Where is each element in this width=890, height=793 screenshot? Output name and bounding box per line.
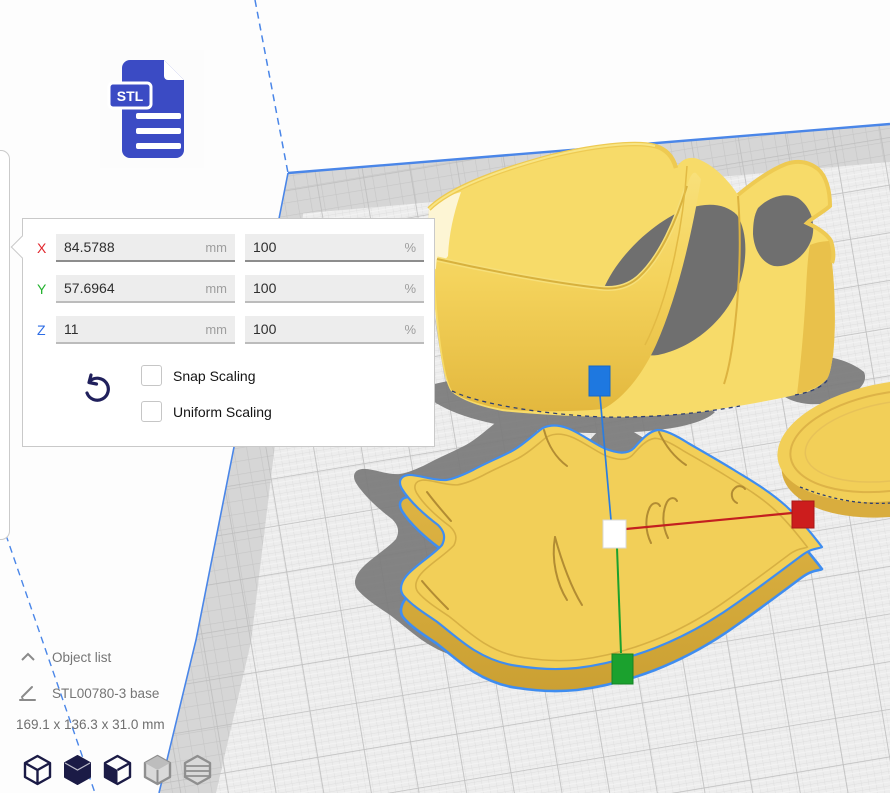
cube-wireframe-icon [23, 754, 52, 786]
scale-handle-x[interactable] [792, 501, 814, 528]
axis-z-label: Z [37, 322, 56, 338]
stl-badge-label: STL [117, 88, 144, 104]
scale-x-percent-input[interactable] [245, 234, 424, 262]
cube-solid-icon [63, 754, 92, 786]
cube-layers-icon [183, 754, 212, 786]
application-window: STL X mm % Y mm [0, 0, 890, 793]
cube-wireframe-button[interactable] [23, 754, 52, 786]
cube-ghost-button[interactable] [143, 754, 172, 786]
reset-scale-button[interactable] [79, 371, 115, 411]
scale-handle-z[interactable] [589, 366, 610, 396]
cube-ghost-icon [143, 754, 172, 786]
object-list-item[interactable]: STL00780-3 base [16, 681, 256, 705]
pencil-icon[interactable] [18, 683, 38, 703]
cutter-model[interactable] [429, 144, 835, 417]
scale-z-percent-field: % [245, 316, 424, 344]
scale-y-percent-field: % [245, 275, 424, 303]
cube-layers-button[interactable] [183, 754, 212, 786]
scale-x-mm-field: mm [56, 234, 235, 262]
scale-z-percent-input[interactable] [245, 316, 424, 344]
object-icons-row [23, 754, 212, 786]
scale-row-y: Y mm % [23, 274, 434, 304]
cube-face-filled-icon [103, 754, 132, 786]
object-list-section: Object list STL00780-3 base 169.1 x 136.… [16, 645, 256, 732]
uniform-scaling-label: Uniform Scaling [173, 404, 272, 420]
snap-scaling-row: Snap Scaling [141, 365, 272, 386]
axis-y-label: Y [37, 281, 56, 297]
object-name: STL00780-3 base [52, 686, 159, 701]
scale-y-mm-input[interactable] [56, 275, 235, 303]
scale-options: Snap Scaling Uniform Scaling [23, 365, 434, 437]
scale-z-mm-input[interactable] [56, 316, 235, 344]
uniform-scaling-checkbox[interactable] [141, 401, 162, 422]
cube-face-button[interactable] [103, 754, 132, 786]
axis-x-label: X [37, 240, 56, 256]
uniform-scaling-row: Uniform Scaling [141, 401, 272, 422]
tool-sidebar-edge [0, 150, 10, 540]
scale-handle-center[interactable] [603, 520, 626, 548]
scaling-checkboxes: Snap Scaling Uniform Scaling [141, 365, 272, 437]
object-dimensions: 169.1 x 136.3 x 31.0 mm [16, 717, 256, 732]
folded-corner [164, 60, 184, 80]
object-list-title: Object list [52, 650, 111, 665]
scale-row-z: Z mm % [23, 315, 434, 345]
scale-z-mm-field: mm [56, 316, 235, 344]
scale-handle-y[interactable] [612, 654, 633, 684]
scale-row-x: X mm % [23, 233, 434, 263]
stl-file-icon: STL [100, 50, 204, 168]
snap-scaling-checkbox[interactable] [141, 365, 162, 386]
scale-y-mm-field: mm [56, 275, 235, 303]
scale-x-mm-input[interactable] [56, 234, 235, 262]
cube-solid-button[interactable] [63, 754, 92, 786]
scale-x-percent-field: % [245, 234, 424, 262]
chevron-up-icon[interactable] [20, 652, 36, 662]
buildvolume-back-edge [255, 0, 288, 173]
object-list-header-row[interactable]: Object list [16, 645, 256, 669]
snap-scaling-label: Snap Scaling [173, 368, 256, 384]
scale-y-percent-input[interactable] [245, 275, 424, 303]
rotate-ccw-icon [81, 373, 113, 407]
scale-tool-panel: X mm % Y mm % Z mm [22, 218, 435, 447]
